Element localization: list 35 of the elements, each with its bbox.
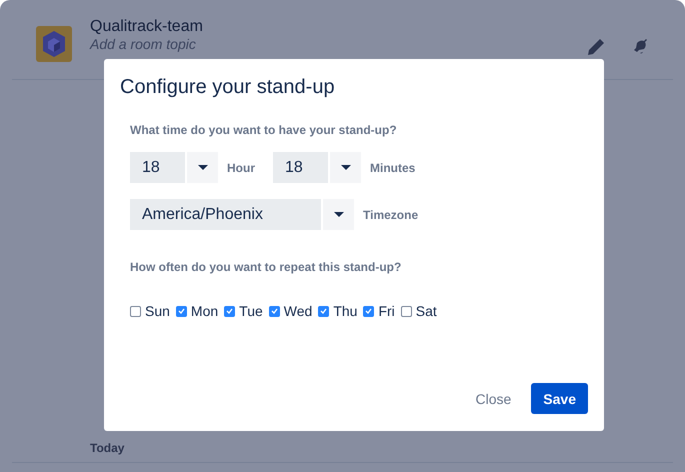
dropdown-field[interactable]: 18 xyxy=(273,152,328,183)
question-text: How often do you want to repeat this stand-up? xyxy=(130,260,402,274)
close-button[interactable]: Close xyxy=(464,383,524,414)
field-label: Minutes xyxy=(370,160,416,174)
day-checkbox[interactable] xyxy=(224,306,236,316)
day-checkbox[interactable] xyxy=(400,306,412,316)
day-checkbox[interactable] xyxy=(176,306,187,316)
caret-down-icon xyxy=(198,165,208,170)
day-label: Mon xyxy=(190,303,218,319)
dropdown-field[interactable]: 18 xyxy=(130,152,185,183)
question-text: What time do you want to have your stand-up? xyxy=(130,123,398,137)
caret-down-icon xyxy=(340,165,350,170)
day-checkbox[interactable] xyxy=(130,306,141,316)
day-label: Fri xyxy=(378,303,395,319)
dialog-title: Configure your stand-up xyxy=(120,76,336,99)
day-label: Thu xyxy=(333,303,358,319)
cube-icon xyxy=(41,30,67,58)
dropdown-caret[interactable] xyxy=(330,152,361,183)
day-label: Sat xyxy=(416,303,437,319)
day-label: Tue xyxy=(239,303,263,319)
day-checkbox[interactable] xyxy=(268,306,280,316)
dropdown-field[interactable]: America/Phoenix xyxy=(130,199,321,230)
dropdown-caret[interactable] xyxy=(187,152,218,183)
day-label: Sun xyxy=(145,303,170,319)
day-checkbox[interactable] xyxy=(318,306,330,316)
day-label: Wed xyxy=(284,303,312,319)
room-name: Qualitrack-team xyxy=(90,18,204,36)
day-label: Today xyxy=(89,441,126,457)
caret-down-icon xyxy=(334,212,344,217)
day-checkbox[interactable] xyxy=(363,306,374,316)
pencil-icon[interactable] xyxy=(588,38,605,55)
field-label: Hour xyxy=(227,160,255,174)
dropdown-caret[interactable] xyxy=(323,199,354,230)
field-label: Timezone xyxy=(363,208,418,222)
save-button[interactable]: Save xyxy=(531,383,588,414)
